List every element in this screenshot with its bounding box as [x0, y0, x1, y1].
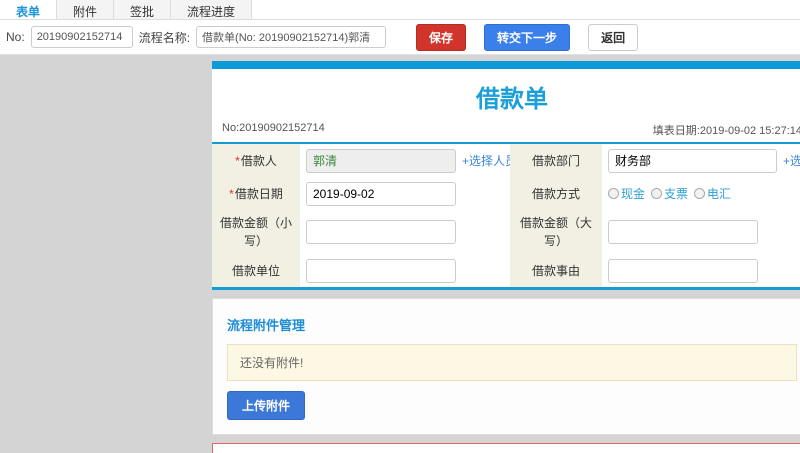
flow-name-input[interactable] — [196, 26, 387, 48]
required-asterisk: * — [229, 186, 234, 201]
form-top-accent-bar — [212, 61, 800, 69]
radio-cheque[interactable]: 支票 — [651, 185, 688, 202]
save-button[interactable]: 保存 — [416, 23, 467, 51]
radio-cash-label: 现金 — [621, 187, 646, 201]
loan-date-label-text: 借款日期 — [234, 186, 283, 201]
radio-circle-icon[interactable] — [608, 188, 619, 199]
dept-field: +选择部门 — [602, 144, 800, 177]
amount-small-field — [300, 210, 510, 254]
form-date-text: 填表日期:2019-09-02 15:27:14 — [652, 125, 800, 137]
amount-small-input[interactable] — [306, 220, 456, 244]
approval-panel: 流程签批意见 B I abc — [212, 443, 800, 453]
select-dept-link[interactable]: +选择部门 — [783, 152, 800, 169]
attachments-panel: 流程附件管理 还没有附件! 上传附件 — [212, 298, 800, 435]
loan-date-label: * 借款日期 — [212, 177, 300, 210]
form-head-row: No:20190902152714 填表日期:2019-09-02 15:27:… — [212, 122, 800, 144]
loan-method-field: 现金 支票 电汇 — [602, 177, 800, 210]
radio-circle-icon[interactable] — [694, 188, 706, 199]
attachments-title: 流程附件管理 — [227, 318, 306, 333]
tab-progress[interactable]: 流程进度 — [171, 0, 253, 19]
required-asterisk: * — [235, 153, 240, 168]
no-input[interactable] — [30, 26, 133, 48]
loan-date-field — [300, 177, 510, 210]
dept-input[interactable] — [608, 148, 777, 173]
borrower-label-text: 借款人 — [240, 153, 277, 168]
loan-unit-label-text: 借款单位 — [231, 263, 280, 278]
workspace: 借款单 No:20190902152714 填表日期:2019-09-02 15… — [0, 55, 800, 453]
form-grid: * 借款人 +选择人员 借款部门 +选择部门 * 借款日期 — [212, 144, 800, 287]
loan-reason-field — [602, 254, 800, 287]
form-title: 借款单 — [476, 86, 548, 113]
radio-cheque-label: 支票 — [664, 187, 689, 201]
loan-reason-label-text: 借款事由 — [531, 263, 580, 278]
radio-wire[interactable]: 电汇 — [694, 185, 731, 202]
loan-unit-input[interactable] — [306, 258, 456, 283]
amount-big-field — [602, 210, 800, 254]
flow-name-label: 流程名称: — [138, 30, 191, 45]
tab-bar: 表单 附件 签批 流程进度 — [0, 0, 800, 20]
toolbar: No: 流程名称: 保存 转交下一步 返回 — [0, 20, 800, 55]
select-person-link[interactable]: +选择人员 — [462, 152, 517, 169]
radio-circle-icon[interactable] — [651, 188, 663, 199]
dept-label: 借款部门 — [510, 144, 602, 177]
form-no-text: No:20190902152714 — [222, 122, 325, 134]
borrower-field: +选择人员 — [300, 144, 517, 177]
no-attachments-alert: 还没有附件! — [227, 344, 797, 381]
upload-attachment-button[interactable]: 上传附件 — [227, 391, 306, 420]
radio-cash[interactable]: 现金 — [608, 185, 645, 202]
loan-form-panel: 借款单 No:20190902152714 填表日期:2019-09-02 15… — [212, 61, 800, 290]
loan-method-label: 借款方式 — [510, 177, 602, 210]
loan-unit-label: 借款单位 — [212, 254, 300, 287]
radio-wire-label: 电汇 — [707, 187, 732, 201]
tab-attachments[interactable]: 附件 — [57, 0, 115, 19]
loan-method-label-text: 借款方式 — [531, 186, 580, 201]
amount-big-label-text: 借款金额（大写） — [519, 216, 592, 248]
back-button[interactable]: 返回 — [588, 23, 639, 51]
loan-date-input[interactable] — [306, 181, 456, 206]
forward-next-button[interactable]: 转交下一步 — [484, 23, 571, 51]
no-label: No: — [6, 30, 25, 44]
amount-big-input[interactable] — [608, 220, 758, 244]
borrower-input[interactable] — [306, 148, 456, 173]
tab-signoff[interactable]: 签批 — [114, 0, 172, 19]
loan-unit-field — [300, 254, 510, 287]
loan-reason-label: 借款事由 — [510, 254, 602, 287]
amount-small-label: 借款金额（小写） — [212, 210, 300, 254]
dept-label-text: 借款部门 — [531, 153, 580, 168]
borrower-label: * 借款人 — [212, 144, 300, 177]
loan-reason-input[interactable] — [608, 258, 758, 283]
amount-small-label-text: 借款金额（小写） — [219, 216, 292, 248]
amount-big-label: 借款金额（大写） — [510, 210, 602, 254]
tab-form[interactable]: 表单 — [0, 0, 58, 19]
loan-method-radios: 现金 支票 电汇 — [608, 185, 731, 202]
